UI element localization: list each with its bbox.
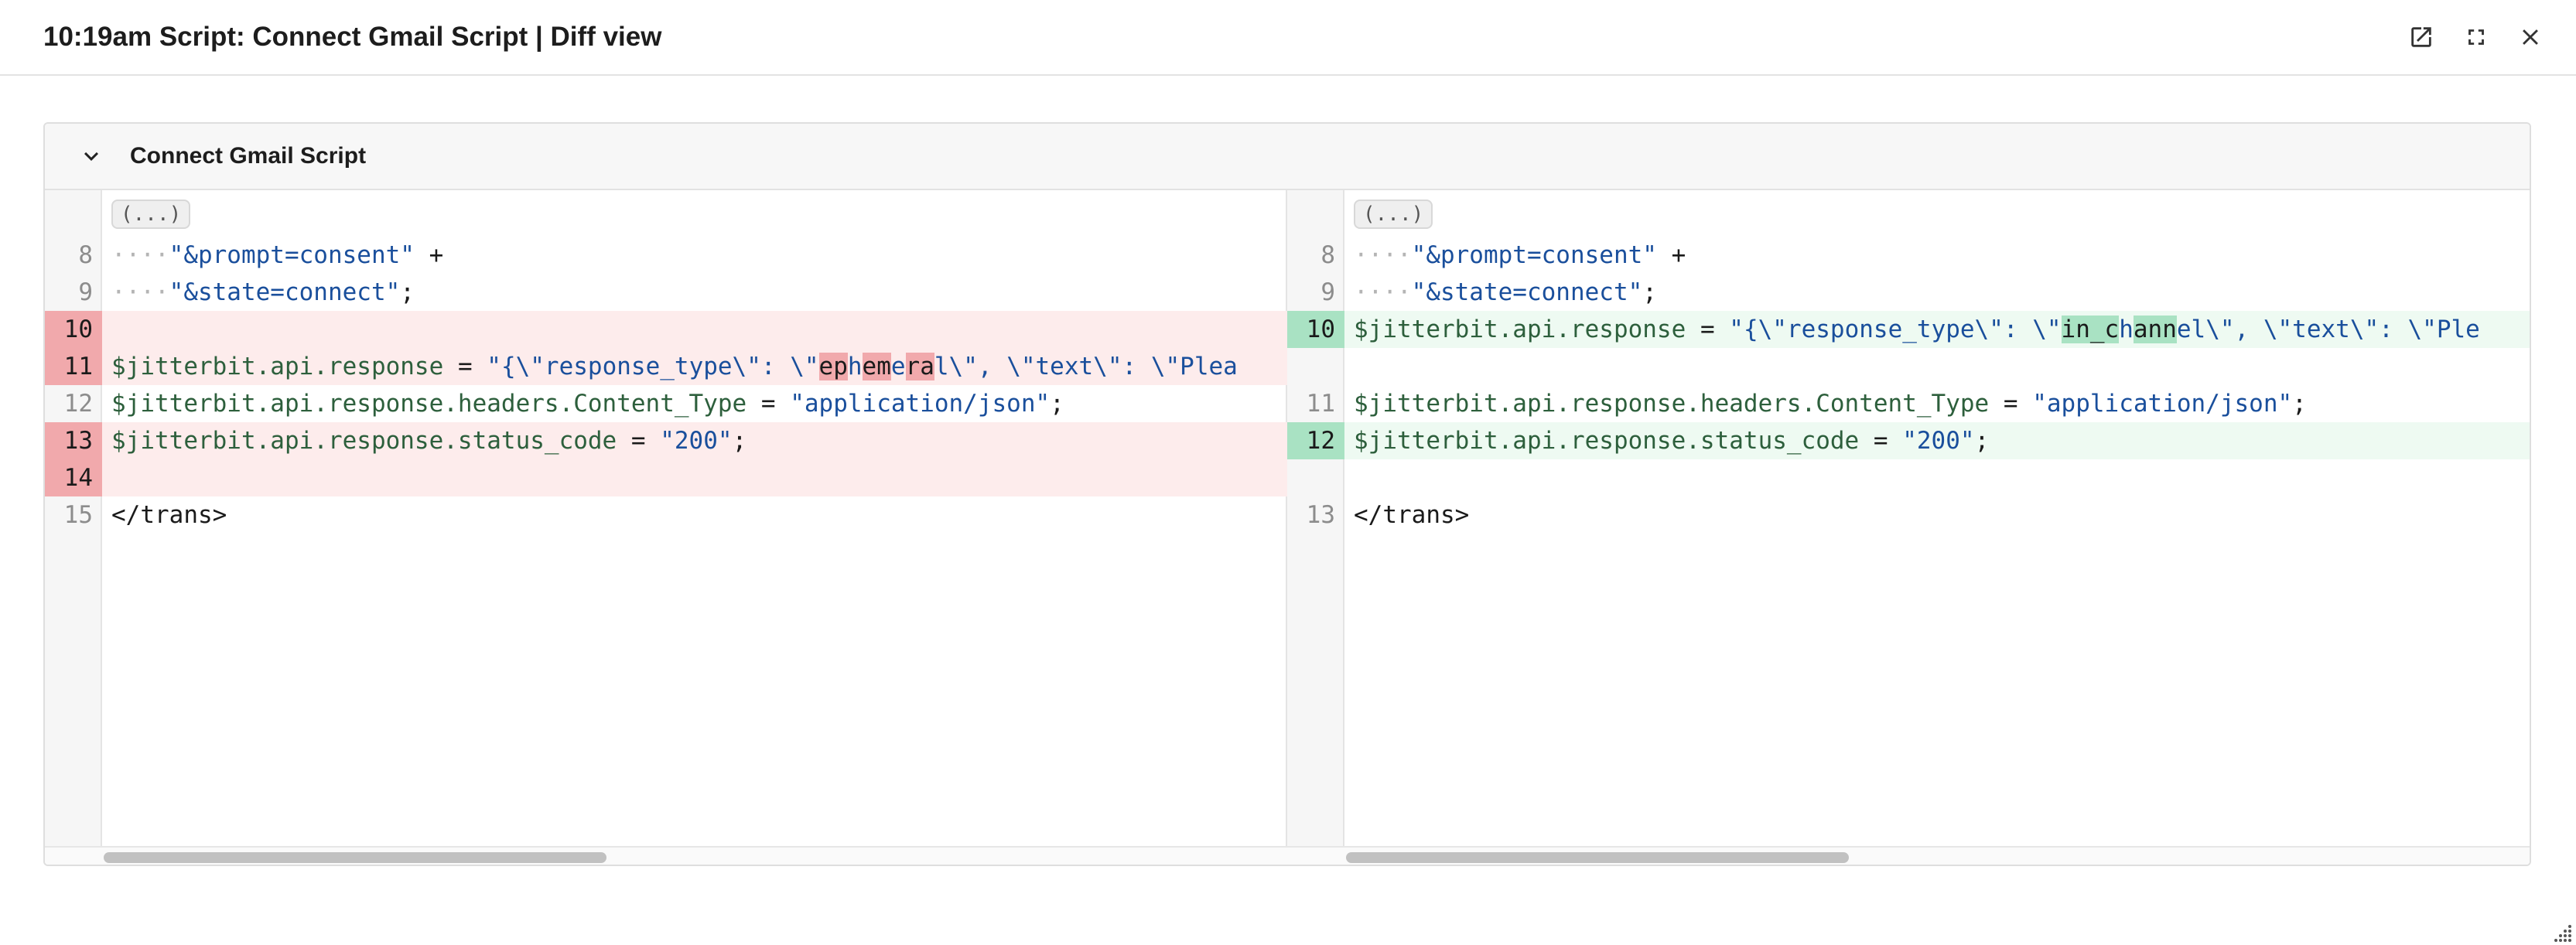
code-line: 11 $jitterbit.api.response.headers.Conte…: [1287, 385, 2530, 422]
line-number: 15: [63, 501, 93, 529]
added-line: 12 $jitterbit.api.response.status_code =…: [1287, 422, 2530, 459]
deleted-line: 11 $jitterbit.api.response = "{\"respons…: [45, 348, 1287, 385]
line-number: 10: [45, 311, 102, 348]
code-line: 15 </trans>: [45, 496, 1287, 534]
scrollbar-thumb[interactable]: [1346, 852, 1849, 863]
code-text: </trans>: [111, 501, 227, 529]
diff-left-pane[interactable]: (...) 8 ····"&prompt=consent" + 9 ····"&…: [45, 190, 1287, 865]
deleted-line: 10: [45, 311, 1287, 348]
fullscreen-button[interactable]: [2461, 22, 2492, 53]
code-line: 8 ····"&prompt=consent" +: [1287, 237, 2530, 274]
added-line: 10 $jitterbit.api.response = "{\"respons…: [1287, 311, 2530, 348]
code-line: 8 ····"&prompt=consent" +: [45, 237, 1287, 274]
code-line: 12 $jitterbit.api.response.headers.Conte…: [45, 385, 1287, 422]
line-number: 12: [1287, 422, 1344, 459]
line-number: 11: [45, 348, 102, 385]
code-line: 9 ····"&state=connect";: [1287, 274, 2530, 311]
code-text: ····"&prompt=consent" +: [1354, 241, 1686, 269]
open-in-new-icon: [2411, 27, 2431, 47]
line-number: 11: [1306, 390, 1335, 418]
diff-panel-title: Connect Gmail Script: [130, 143, 367, 169]
diff-panel: Connect Gmail Script (...) 8 ····"&promp…: [43, 122, 2531, 866]
fold-expander[interactable]: (...): [111, 200, 191, 229]
fullscreen-icon: [2468, 29, 2484, 45]
deleted-line: 13 $jitterbit.api.response.status_code =…: [45, 422, 1287, 459]
line-number: 12: [63, 390, 93, 418]
code-text: ····"&state=connect";: [111, 278, 415, 306]
line-number: 14: [45, 459, 102, 496]
line-number: 13: [45, 422, 102, 459]
open-in-new-window-button[interactable]: [2406, 22, 2437, 53]
deleted-line: 14: [45, 459, 1287, 496]
diff-panel-header: Connect Gmail Script: [45, 124, 2530, 190]
horizontal-scrollbar[interactable]: [45, 846, 1287, 865]
fold-expander[interactable]: (...): [1354, 200, 1433, 229]
code-text: ····"&prompt=consent" +: [111, 241, 444, 269]
resize-handle-icon[interactable]: [2554, 923, 2573, 942]
code-text: $jitterbit.api.response = "{\"response_t…: [1354, 316, 2480, 343]
code-text: $jitterbit.api.response = "{\"response_t…: [111, 353, 1238, 380]
horizontal-scrollbar[interactable]: [1287, 846, 2530, 865]
code-line: 9 ····"&state=connect";: [45, 274, 1287, 311]
code-line: 13 </trans>: [1287, 496, 2530, 534]
scrollbar-thumb[interactable]: [104, 852, 606, 863]
diff-right-pane[interactable]: (...) 8 ····"&prompt=consent" + 9 ····"&…: [1287, 190, 2530, 865]
dialog-header: 10:19am Script: Connect Gmail Script | D…: [0, 0, 2576, 76]
line-number: 8: [78, 241, 93, 269]
close-icon: [2523, 29, 2538, 45]
line-number: 9: [78, 278, 93, 306]
line-number: 8: [1320, 241, 1335, 269]
line-number: 13: [1306, 501, 1335, 529]
chevron-down-icon[interactable]: [77, 142, 105, 170]
dialog-title: 10:19am Script: Connect Gmail Script | D…: [43, 22, 662, 52]
code-text: $jitterbit.api.response.status_code = "2…: [1354, 427, 1990, 455]
code-text: </trans>: [1354, 501, 1470, 529]
code-text: ····"&state=connect";: [1354, 278, 1657, 306]
code-text: $jitterbit.api.response.status_code = "2…: [111, 427, 747, 455]
close-button[interactable]: [2515, 22, 2546, 53]
line-number: 10: [1287, 311, 1344, 348]
code-text: $jitterbit.api.response.headers.Content_…: [1354, 390, 2307, 418]
code-text: $jitterbit.api.response.headers.Content_…: [111, 390, 1064, 418]
line-number: 9: [1320, 278, 1335, 306]
